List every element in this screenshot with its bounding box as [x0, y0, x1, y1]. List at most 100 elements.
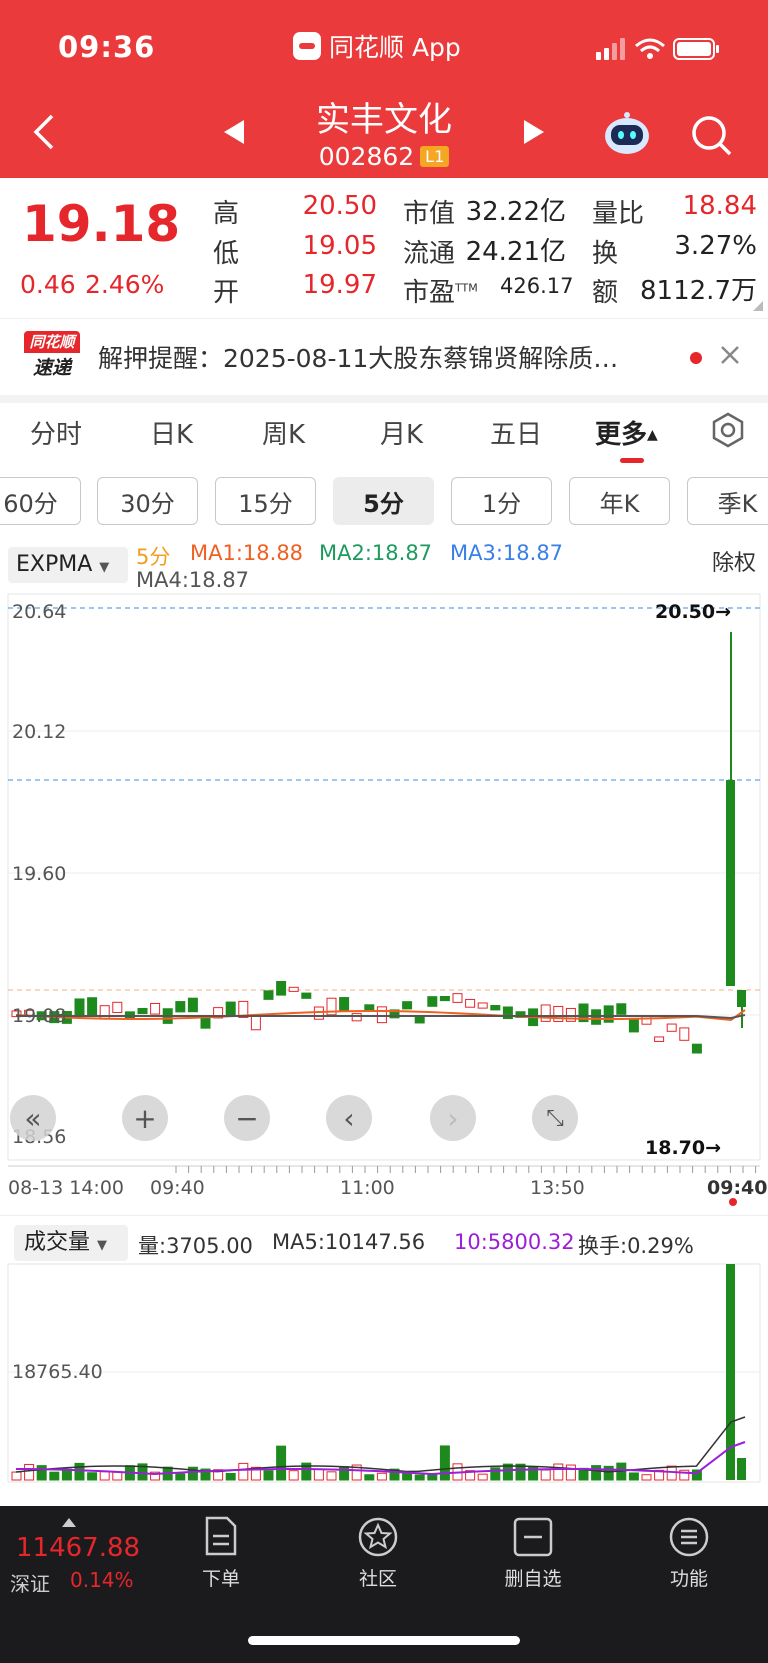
chart-frame [7, 1263, 761, 1483]
candle [616, 1003, 627, 1015]
candle [628, 1017, 639, 1033]
tab-five-day[interactable]: 五日 [490, 414, 542, 451]
candle [351, 1013, 362, 1022]
settings-hex-icon[interactable] [710, 412, 746, 448]
volume-indicator-name: 成交量 [24, 1230, 91, 1255]
close-icon[interactable] [718, 343, 742, 367]
period-60min[interactable]: 60分 [0, 477, 81, 525]
nav-community[interactable]: 社区 [333, 1510, 423, 1591]
value-open: 19.97 [302, 270, 377, 300]
status-time: 09:36 [58, 30, 156, 64]
label-pe-ttm: TTM [455, 281, 478, 295]
robot-icon[interactable] [602, 110, 652, 156]
volume-bar [641, 1474, 652, 1481]
label-amount: 额 [592, 278, 619, 308]
expand-up-icon[interactable] [62, 1518, 76, 1527]
index-value[interactable]: 11467.88 [16, 1533, 140, 1563]
low-marker: 18.70→ [645, 1137, 721, 1159]
dropdown-icon: ▼ [99, 560, 110, 575]
search-icon[interactable] [690, 114, 734, 158]
level-badge: L1 [420, 146, 450, 167]
volume-bar [24, 1463, 35, 1481]
kline-chart[interactable]: 20.64 20.12 19.60 19.08 18.56 20.50→ 18.… [0, 590, 768, 1210]
volume-bar [414, 1474, 425, 1481]
volume-value: 量:3705.00 [138, 1234, 253, 1258]
fullscreen-button[interactable]: ⤡ [532, 1095, 578, 1141]
volume-bar [225, 1472, 236, 1481]
volume-ma10: 10:5800.32 [454, 1230, 575, 1254]
scroll-right-button[interactable]: › [430, 1095, 476, 1141]
volume-bar [288, 1470, 299, 1481]
tab-more[interactable]: 更多▲ [595, 414, 658, 451]
next-stock-icon[interactable] [520, 118, 546, 146]
label-open: 开 [213, 278, 240, 308]
volume-bar [603, 1465, 614, 1481]
adjust-toggle[interactable]: 除权 [712, 545, 756, 577]
app-icon [293, 32, 321, 60]
news-bar[interactable]: 同花顺 速递 解押提醒：2025-08-11大股东蔡锦贤解除质… [0, 319, 768, 395]
home-indicator [248, 1636, 520, 1645]
candle [112, 1001, 123, 1014]
scroll-left-button[interactable]: ‹ [326, 1095, 372, 1141]
menu-icon [669, 1517, 709, 1557]
label-low: 低 [213, 239, 240, 269]
volume-bar [376, 1472, 387, 1481]
candle [654, 1036, 665, 1042]
period-year[interactable]: 年K [569, 477, 670, 525]
zoom-out-button[interactable]: − [224, 1095, 270, 1141]
nav-order[interactable]: 下单 [176, 1510, 266, 1591]
candle [150, 1002, 161, 1015]
app-name: 同花顺 App [329, 33, 461, 62]
news-badge: 同花顺 速递 [24, 331, 80, 381]
tab-daily[interactable]: 日K [150, 414, 193, 451]
status-icons [596, 38, 719, 60]
candle [679, 1027, 690, 1041]
candle [250, 1014, 261, 1031]
index-pct: 0.14% [70, 1568, 134, 1592]
volume-bar [439, 1445, 450, 1481]
y-tick: 20.64 [12, 601, 66, 623]
tab-monthly[interactable]: 月K [380, 414, 423, 451]
volume-bar [36, 1465, 47, 1481]
news-badge-top: 同花顺 [24, 331, 80, 353]
candle [200, 1017, 211, 1029]
volume-bar [87, 1472, 98, 1481]
period-1min[interactable]: 1分 [451, 477, 552, 525]
volume-chart[interactable]: 18765.40 [0, 1262, 768, 1486]
candle [263, 990, 274, 1000]
volume-bar [313, 1468, 324, 1481]
nav-functions-label: 功能 [669, 1568, 708, 1590]
app-indicator[interactable]: 同花顺 App [293, 28, 461, 64]
tab-intraday[interactable]: 分时 [30, 414, 82, 451]
expand-corner-icon[interactable] [752, 300, 764, 312]
period-quarter[interactable]: 季K [687, 477, 768, 525]
fast-back-button[interactable]: « [10, 1095, 56, 1141]
volume-indicator-select[interactable]: 成交量 ▼ [14, 1225, 128, 1261]
y-tick: 19.08 [12, 1005, 66, 1027]
price-change: 0.46 [20, 270, 76, 299]
candle [477, 1002, 488, 1009]
volume-bar [99, 1471, 110, 1481]
value-mktcap: 32.22亿 [465, 197, 566, 227]
nav-functions[interactable]: 功能 [644, 1510, 734, 1591]
indicator-select[interactable]: EXPMA ▼ [8, 547, 128, 583]
value-amount: 8112.7万 [640, 276, 757, 306]
zoom-in-button[interactable]: + [122, 1095, 168, 1141]
order-icon [205, 1516, 237, 1556]
candle [402, 1001, 413, 1010]
period-15min[interactable]: 15分 [215, 477, 316, 525]
period-30min[interactable]: 30分 [97, 477, 198, 525]
section-gap [0, 395, 768, 403]
indicator-name: EXPMA [16, 552, 93, 577]
candle [175, 1001, 186, 1013]
value-float-cap: 24.21亿 [465, 237, 566, 267]
index-name: 深证 [10, 1572, 50, 1596]
volume-bar [591, 1465, 602, 1481]
nav-remove-watchlist[interactable]: 删自选 [488, 1510, 578, 1591]
candle [452, 993, 463, 1003]
period-5min[interactable]: 5分 [333, 477, 434, 525]
candle [726, 780, 735, 986]
ma2-value: MA2:18.87 [319, 541, 433, 565]
tab-weekly[interactable]: 周K [262, 414, 305, 451]
candle [187, 997, 198, 1013]
